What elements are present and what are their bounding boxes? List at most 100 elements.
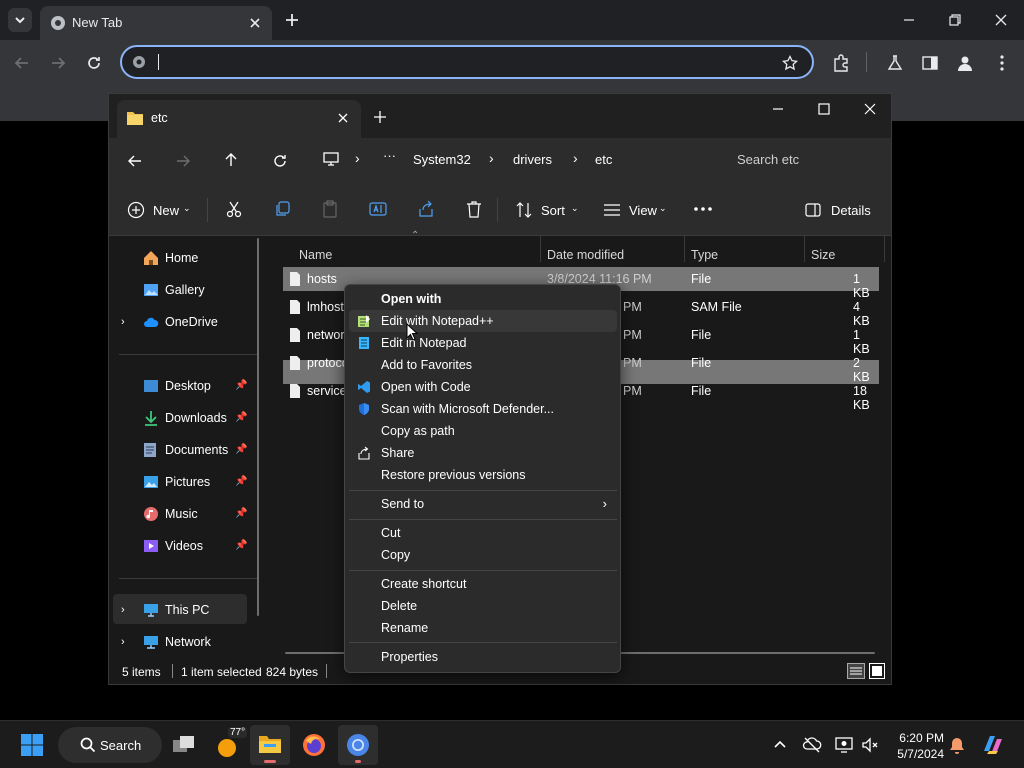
close-tab-icon[interactable] xyxy=(337,112,349,124)
column-separator[interactable] xyxy=(684,236,685,262)
menu-create-shortcut[interactable]: Create shortcut xyxy=(349,573,617,595)
breadcrumb[interactable]: › ··· System32 › drivers › etc xyxy=(309,142,715,176)
tiles-view-icon[interactable] xyxy=(869,663,885,679)
column-header-size[interactable]: Size xyxy=(811,248,835,262)
column-separator[interactable] xyxy=(804,236,805,262)
menu-restore-versions[interactable]: Restore previous versions xyxy=(349,464,617,486)
omnibox[interactable] xyxy=(120,45,814,79)
paste-icon[interactable] xyxy=(321,200,339,218)
extensions-icon[interactable] xyxy=(832,54,850,72)
more-options-icon[interactable] xyxy=(693,204,713,214)
up-arrow-icon[interactable] xyxy=(223,152,239,168)
details-view-icon[interactable] xyxy=(847,663,865,679)
minimize-icon[interactable] xyxy=(902,13,916,27)
tab-search-button[interactable] xyxy=(8,8,32,32)
bookmark-star-icon[interactable] xyxy=(782,55,798,71)
taskbar-chrome[interactable] xyxy=(338,725,378,765)
menu-scan-defender[interactable]: Scan with Microsoft Defender... xyxy=(349,398,617,420)
column-header-date[interactable]: Date modified xyxy=(547,248,624,262)
forward-arrow-icon[interactable] xyxy=(175,153,191,169)
task-view-button[interactable] xyxy=(164,725,204,765)
breadcrumb-system32[interactable]: System32 xyxy=(413,152,471,167)
sort-button[interactable]: Sort ⌄ xyxy=(515,200,579,220)
nav-item-music[interactable]: Music xyxy=(143,500,198,528)
start-button[interactable] xyxy=(12,725,52,765)
nav-item-network[interactable]: › Network xyxy=(121,628,211,656)
notification-bell-icon[interactable] xyxy=(948,736,966,756)
menu-share[interactable]: Share xyxy=(349,442,617,464)
onedrive-offline-icon[interactable] xyxy=(802,735,822,755)
labs-flask-icon[interactable] xyxy=(886,54,904,72)
nav-item-home[interactable]: Home xyxy=(143,244,198,272)
nav-scrollbar[interactable] xyxy=(257,238,259,616)
view-button[interactable]: View ⌄ xyxy=(603,200,669,220)
menu-delete[interactable]: Delete xyxy=(349,595,617,617)
taskbar-search[interactable]: Search xyxy=(58,727,162,763)
share-icon[interactable] xyxy=(417,200,435,218)
column-header-name[interactable]: Name xyxy=(299,248,332,262)
copilot-button[interactable] xyxy=(974,725,1014,765)
column-header-type[interactable]: Type xyxy=(691,248,718,262)
nav-item-thispc[interactable]: › This PC xyxy=(121,596,209,624)
nav-item-gallery[interactable]: Gallery xyxy=(143,276,205,304)
close-window-icon[interactable] xyxy=(863,102,877,116)
chevron-right-icon[interactable]: › xyxy=(121,604,137,616)
maximize-icon[interactable] xyxy=(817,102,831,116)
minimize-icon[interactable] xyxy=(771,102,785,116)
menu-send-to[interactable]: Send to › xyxy=(349,493,617,515)
menu-cut[interactable]: Cut xyxy=(349,522,617,544)
nav-item-pictures[interactable]: Pictures xyxy=(143,468,210,496)
weather-widget[interactable]: 77° xyxy=(208,725,248,765)
rename-icon[interactable] xyxy=(369,200,387,218)
taskbar-file-explorer[interactable] xyxy=(250,725,290,765)
forward-arrow-icon[interactable] xyxy=(50,55,66,71)
breadcrumb-drivers[interactable]: drivers xyxy=(513,152,552,167)
nav-item-videos[interactable]: Videos xyxy=(143,532,203,560)
new-tab-icon[interactable] xyxy=(373,110,387,124)
restore-icon[interactable] xyxy=(948,13,962,27)
chevron-right-icon[interactable]: › xyxy=(121,316,137,328)
column-separator[interactable] xyxy=(884,236,885,262)
menu-edit-notepad[interactable]: Edit in Notepad xyxy=(349,332,617,354)
close-window-icon[interactable] xyxy=(994,13,1008,27)
menu-copy[interactable]: Copy xyxy=(349,544,617,566)
chevron-up-icon[interactable] xyxy=(772,737,788,753)
nav-item-desktop[interactable]: Desktop xyxy=(143,372,211,400)
back-arrow-icon[interactable] xyxy=(14,55,30,71)
chevron-right-icon[interactable]: › xyxy=(121,636,137,648)
breadcrumb-etc[interactable]: etc xyxy=(595,152,612,167)
menu-open-with[interactable]: Open with xyxy=(349,288,617,310)
menu-add-favorites[interactable]: Add to Favorites xyxy=(349,354,617,376)
close-tab-icon[interactable] xyxy=(248,16,262,30)
chrome-menu-icon[interactable] xyxy=(993,54,1011,72)
taskbar-firefox[interactable] xyxy=(294,725,334,765)
back-arrow-icon[interactable] xyxy=(127,153,143,169)
menu-rename[interactable]: Rename xyxy=(349,617,617,639)
new-button[interactable]: New ⌄ xyxy=(127,200,193,220)
menu-properties[interactable]: Properties xyxy=(349,646,617,668)
menu-open-code[interactable]: Open with Code xyxy=(349,376,617,398)
refresh-icon[interactable] xyxy=(272,153,288,169)
cut-icon[interactable] xyxy=(225,200,243,218)
details-pane-button[interactable]: Details xyxy=(805,200,883,220)
copy-icon[interactable] xyxy=(273,200,291,218)
menu-copy-path[interactable]: Copy as path xyxy=(349,420,617,442)
reload-icon[interactable] xyxy=(86,55,102,71)
delete-icon[interactable] xyxy=(465,200,483,218)
display-icon[interactable] xyxy=(834,735,854,755)
search-input[interactable]: Search etc xyxy=(723,142,891,176)
nav-item-downloads[interactable]: Downloads xyxy=(143,404,227,432)
profile-icon[interactable] xyxy=(956,54,974,72)
menu-separator xyxy=(349,519,617,520)
nav-item-onedrive[interactable]: › OneDrive xyxy=(121,308,218,336)
new-tab-icon[interactable] xyxy=(284,12,300,28)
side-panel-icon[interactable] xyxy=(921,54,939,72)
chrome-tab-new-tab[interactable]: New Tab xyxy=(40,6,272,40)
clock[interactable]: 6:20 PM 5/7/2024 xyxy=(888,729,948,761)
explorer-tab-etc[interactable]: etc xyxy=(117,100,361,138)
column-separator[interactable] xyxy=(540,236,541,262)
menu-edit-notepadpp[interactable]: Edit with Notepad++ xyxy=(349,310,617,332)
ellipsis-icon[interactable]: ··· xyxy=(383,148,396,163)
nav-item-documents[interactable]: Documents xyxy=(143,436,228,464)
volume-muted-icon[interactable] xyxy=(860,735,880,755)
